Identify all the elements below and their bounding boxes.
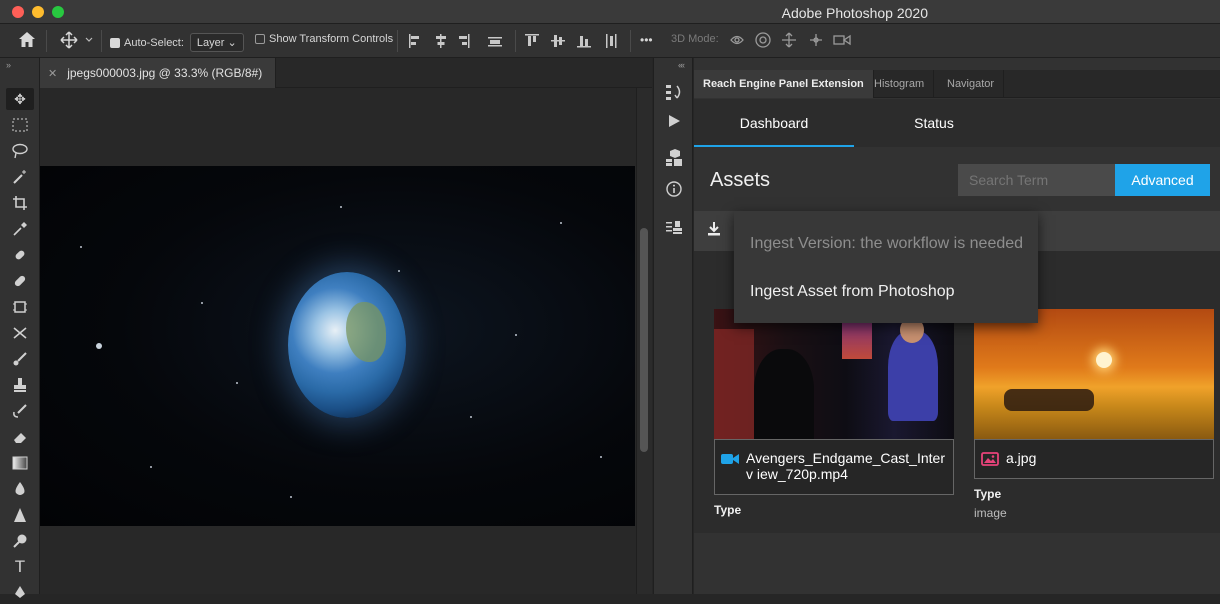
video-thumbnail[interactable] — [714, 309, 954, 439]
pen-tool-icon[interactable] — [6, 582, 34, 604]
panel-tabs: Reach Engine Panel Extension Histogram N… — [694, 70, 1220, 98]
3d-mode-tools[interactable] — [728, 31, 853, 49]
image-icon — [981, 452, 999, 466]
auto-select-label: Auto-Select: — [124, 36, 184, 49]
sharpen-tool-icon[interactable] — [6, 504, 34, 526]
auto-select-checkbox[interactable]: Auto-Select: Layer ⌄ — [110, 33, 244, 52]
asset-caption: a.jpg — [974, 439, 1214, 479]
lasso-tool-icon[interactable] — [6, 140, 34, 162]
panel-collapse-icon[interactable]: « — [680, 60, 685, 70]
asset-type-label: Type — [974, 487, 1002, 501]
close-document-icon[interactable]: ✕ — [48, 67, 57, 80]
menu-item-ingest-asset[interactable]: Ingest Asset from Photoshop — [750, 283, 955, 301]
type-tool-icon[interactable]: T — [6, 556, 34, 578]
show-transform-checkbox[interactable]: Show Transform Controls — [255, 33, 393, 45]
image-thumbnail[interactable] — [974, 309, 1214, 439]
ingest-dropdown-menu: Ingest Version: the workflow is needed I… — [734, 211, 1038, 323]
spot-healing-tool-icon[interactable] — [6, 244, 34, 266]
extension-panel: « Reach Engine Panel Extension Histogram… — [680, 58, 1220, 594]
brush-patch-tool-icon[interactable] — [6, 270, 34, 292]
magic-wand-tool-icon[interactable] — [6, 166, 34, 188]
tab-dashboard[interactable]: Dashboard — [694, 99, 854, 147]
asset-name: a.jpg — [1006, 450, 1037, 466]
assets-title: Assets — [710, 169, 771, 191]
history-panel-icon[interactable] — [662, 80, 686, 104]
eraser-tool-icon[interactable] — [6, 426, 34, 448]
minimize-window-button[interactable] — [32, 6, 44, 18]
asset-type-label: Type — [714, 503, 742, 517]
dodge-tool-icon[interactable] — [6, 530, 34, 552]
panel-icon-strip: « — [653, 58, 693, 594]
3d-mode-label: 3D Mode: — [671, 33, 719, 45]
asset-name: Avengers_Endgame_Cast_Interv iew_720p.mp… — [746, 450, 945, 482]
layer-select[interactable]: Layer ⌄ — [189, 33, 244, 52]
canvas-scrollbar[interactable] — [636, 88, 652, 594]
tab-status[interactable]: Status — [854, 99, 1014, 147]
info-icon[interactable] — [662, 177, 686, 201]
options-bar: Auto-Select: Layer ⌄ Show Transform Cont… — [0, 24, 1220, 58]
tab-reach-engine[interactable]: Reach Engine Panel Extension — [694, 70, 874, 98]
move-tool-icon[interactable]: ✥ — [6, 88, 34, 110]
more-options-button[interactable]: ••• — [640, 33, 653, 47]
zoom-window-button[interactable] — [52, 6, 64, 18]
eyedropper-tool-icon[interactable] — [6, 218, 34, 240]
gradient-tool-icon[interactable] — [6, 452, 34, 474]
toolbar-collapse-icon[interactable]: » — [6, 60, 11, 70]
clone-stamp-tool-icon[interactable] — [6, 374, 34, 396]
canvas-scrollbar-thumb[interactable] — [640, 228, 648, 452]
crop-tool-icon[interactable] — [6, 192, 34, 214]
blur-tool-icon[interactable] — [6, 478, 34, 500]
tab-navigator[interactable]: Navigator — [938, 70, 1005, 98]
distribute-buttons[interactable] — [524, 33, 620, 49]
document-tab[interactable]: ✕ jpegs000003.jpg @ 33.3% (RGB/8#) — [40, 58, 276, 88]
dashboard-nav: Dashboard Status — [694, 99, 1220, 147]
asset-type-value: image — [974, 506, 1007, 520]
show-transform-label: Show Transform Controls — [269, 33, 394, 45]
close-window-button[interactable] — [12, 6, 24, 18]
tools-panel: » ✥ T — [0, 58, 40, 598]
marquee-tool-icon[interactable] — [6, 114, 34, 136]
video-icon — [721, 454, 739, 464]
window-title: Adobe Photoshop 2020 — [781, 5, 928, 21]
moon-graphic — [96, 343, 102, 349]
document-tab-title: jpegs000003.jpg @ 33.3% (RGB/8#) — [67, 66, 263, 80]
content-aware-move-tool-icon[interactable] — [6, 322, 34, 344]
search-input[interactable] — [958, 164, 1116, 196]
earth-graphic — [288, 272, 406, 418]
tab-histogram[interactable]: Histogram — [865, 70, 935, 98]
history-brush-tool-icon[interactable] — [6, 400, 34, 422]
asset-caption: Avengers_Endgame_Cast_Interv iew_720p.mp… — [714, 439, 954, 495]
home-icon[interactable] — [18, 31, 36, 48]
advanced-search-button[interactable]: Advanced — [1115, 164, 1210, 196]
brush-tool-icon[interactable] — [6, 348, 34, 370]
title-bar: Adobe Photoshop 2020 — [0, 0, 1220, 24]
frame-tool-icon[interactable] — [6, 296, 34, 318]
actions-play-icon[interactable] — [662, 109, 686, 133]
assets-header: Assets Advanced — [694, 147, 1220, 211]
download-icon[interactable] — [706, 221, 722, 239]
move-tool-preset-icon[interactable] — [60, 31, 94, 49]
3d-panel-icon[interactable] — [662, 146, 686, 170]
document-tab-bar: ✕ jpegs000003.jpg @ 33.3% (RGB/8#) — [40, 58, 652, 88]
document-canvas-image[interactable] — [40, 166, 635, 526]
extension-panel-icon[interactable] — [662, 216, 686, 240]
align-buttons[interactable] — [408, 33, 508, 49]
menu-item-ingest-version: Ingest Version: the workflow is needed — [750, 235, 1024, 252]
